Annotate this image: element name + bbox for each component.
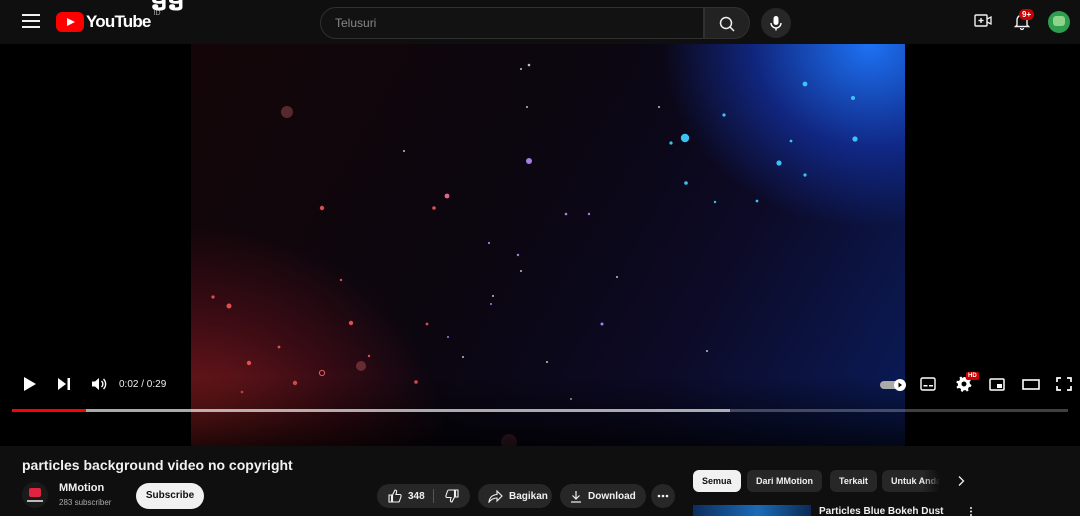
chip-related[interactable]: Terkait — [830, 470, 877, 492]
chip-for-you[interactable]: Untuk Anda — [882, 470, 940, 492]
share-button[interactable]: Bagikan — [478, 484, 552, 508]
search-box — [320, 7, 704, 39]
cropped-overlay-text: ອອ — [151, 0, 185, 15]
youtube-logo[interactable]: YouTube ID — [56, 10, 161, 32]
progress-played — [12, 409, 86, 412]
share-arrow-icon — [488, 489, 503, 503]
search-icon — [719, 16, 735, 32]
chip-all[interactable]: Semua — [693, 470, 741, 492]
youtube-play-logo-icon — [56, 12, 84, 32]
recommendation-thumbnail[interactable] — [693, 505, 811, 516]
more-actions-button[interactable] — [651, 484, 675, 508]
progress-bar[interactable] — [12, 409, 1068, 412]
channel-name[interactable]: MMotion — [59, 482, 104, 494]
search-input[interactable] — [321, 8, 703, 38]
create-button[interactable] — [974, 13, 992, 29]
masthead: YouTube ID ອອ 9+ — [0, 0, 1080, 44]
next-video-icon[interactable] — [57, 377, 71, 391]
like-count: 348 — [408, 490, 425, 502]
kebab-menu-icon[interactable] — [968, 506, 974, 516]
menu-icon[interactable] — [22, 14, 40, 28]
progress-buffered — [12, 409, 730, 412]
microphone-icon — [770, 16, 782, 31]
fullscreen-icon[interactable] — [1056, 377, 1072, 391]
theater-mode-icon[interactable] — [1022, 379, 1040, 390]
download-button[interactable]: Download — [560, 484, 646, 508]
more-horizontal-icon — [657, 494, 669, 498]
play-icon[interactable] — [24, 377, 36, 391]
thumbs-up-icon — [388, 489, 402, 503]
recommendation-title[interactable]: Particles Blue Bokeh Dust — [819, 506, 943, 516]
autoplay-toggle-icon[interactable] — [880, 379, 908, 391]
logo-text: YouTube — [86, 12, 151, 31]
thumbs-down-icon — [445, 489, 459, 503]
create-video-icon — [974, 14, 992, 27]
like-dislike-group: 348 — [377, 484, 470, 508]
volume-icon[interactable] — [91, 376, 107, 392]
share-label: Bagikan — [509, 490, 548, 502]
search-button[interactable] — [704, 7, 750, 39]
channel-subscriber-count: 283 subscriber — [59, 498, 112, 507]
chevron-right-icon[interactable] — [955, 475, 967, 487]
dislike-button[interactable] — [434, 484, 470, 508]
hd-badge: HD — [966, 372, 979, 380]
voice-search-button[interactable] — [761, 8, 791, 38]
like-button[interactable]: 348 — [377, 484, 433, 508]
time-display: 0:02 / 0:29 — [119, 379, 167, 390]
subscribe-button[interactable]: Subscribe — [136, 483, 204, 509]
download-label: Download — [588, 490, 636, 502]
download-icon — [571, 490, 581, 503]
account-avatar[interactable] — [1048, 11, 1070, 33]
channel-avatar[interactable] — [22, 482, 48, 508]
subtitles-icon[interactable] — [920, 377, 936, 391]
video-title: particles background video no copyright — [22, 457, 293, 473]
notification-count-badge: 9+ — [1019, 9, 1035, 20]
chip-from-channel[interactable]: Dari MMotion — [747, 470, 822, 492]
video-player[interactable]: 0:02 / 0:29 HD — [0, 44, 1080, 446]
miniplayer-icon[interactable] — [989, 378, 1005, 391]
